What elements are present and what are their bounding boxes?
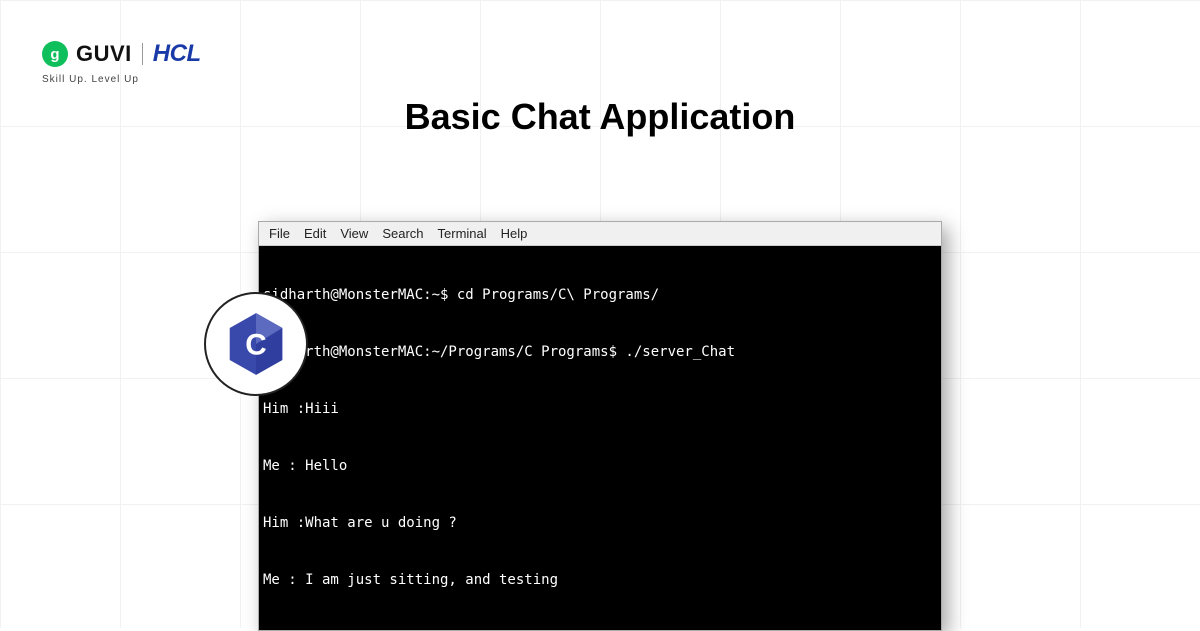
guvi-logo-text: GUVI bbox=[76, 41, 132, 67]
guvi-logo-icon: g bbox=[42, 41, 68, 67]
terminal-line: Me : I am just sitting, and testing bbox=[263, 571, 937, 590]
terminal-line: sidharth@MonsterMAC:~/Programs/C Program… bbox=[263, 343, 937, 362]
c-hexagon-icon: C bbox=[227, 312, 285, 376]
terminal-menubar: File Edit View Search Terminal Help bbox=[259, 222, 941, 246]
menu-search[interactable]: Search bbox=[382, 226, 423, 241]
menu-edit[interactable]: Edit bbox=[304, 226, 326, 241]
terminal-line: Him :Hiii bbox=[263, 400, 937, 419]
logo-divider bbox=[142, 43, 143, 65]
terminal-window: File Edit View Search Terminal Help sidh… bbox=[258, 221, 942, 631]
menu-terminal[interactable]: Terminal bbox=[438, 226, 487, 241]
terminal-line: Him :What are u doing ? bbox=[263, 514, 937, 533]
brand-logo-block: g GUVI HCL Skill Up. Level Up bbox=[42, 40, 201, 85]
terminal-line: Me : Hello bbox=[263, 457, 937, 476]
menu-help[interactable]: Help bbox=[501, 226, 528, 241]
terminal-line: sidharth@MonsterMAC:~$ cd Programs/C\ Pr… bbox=[263, 286, 937, 305]
menu-view[interactable]: View bbox=[340, 226, 368, 241]
svg-text:C: C bbox=[245, 328, 266, 361]
c-language-badge: C bbox=[204, 292, 308, 396]
page-title: Basic Chat Application bbox=[0, 96, 1200, 138]
tagline-text: Skill Up. Level Up bbox=[42, 74, 201, 85]
menu-file[interactable]: File bbox=[269, 226, 290, 241]
hcl-logo-text: HCL bbox=[153, 40, 201, 68]
terminal-body[interactable]: sidharth@MonsterMAC:~$ cd Programs/C\ Pr… bbox=[259, 246, 941, 631]
